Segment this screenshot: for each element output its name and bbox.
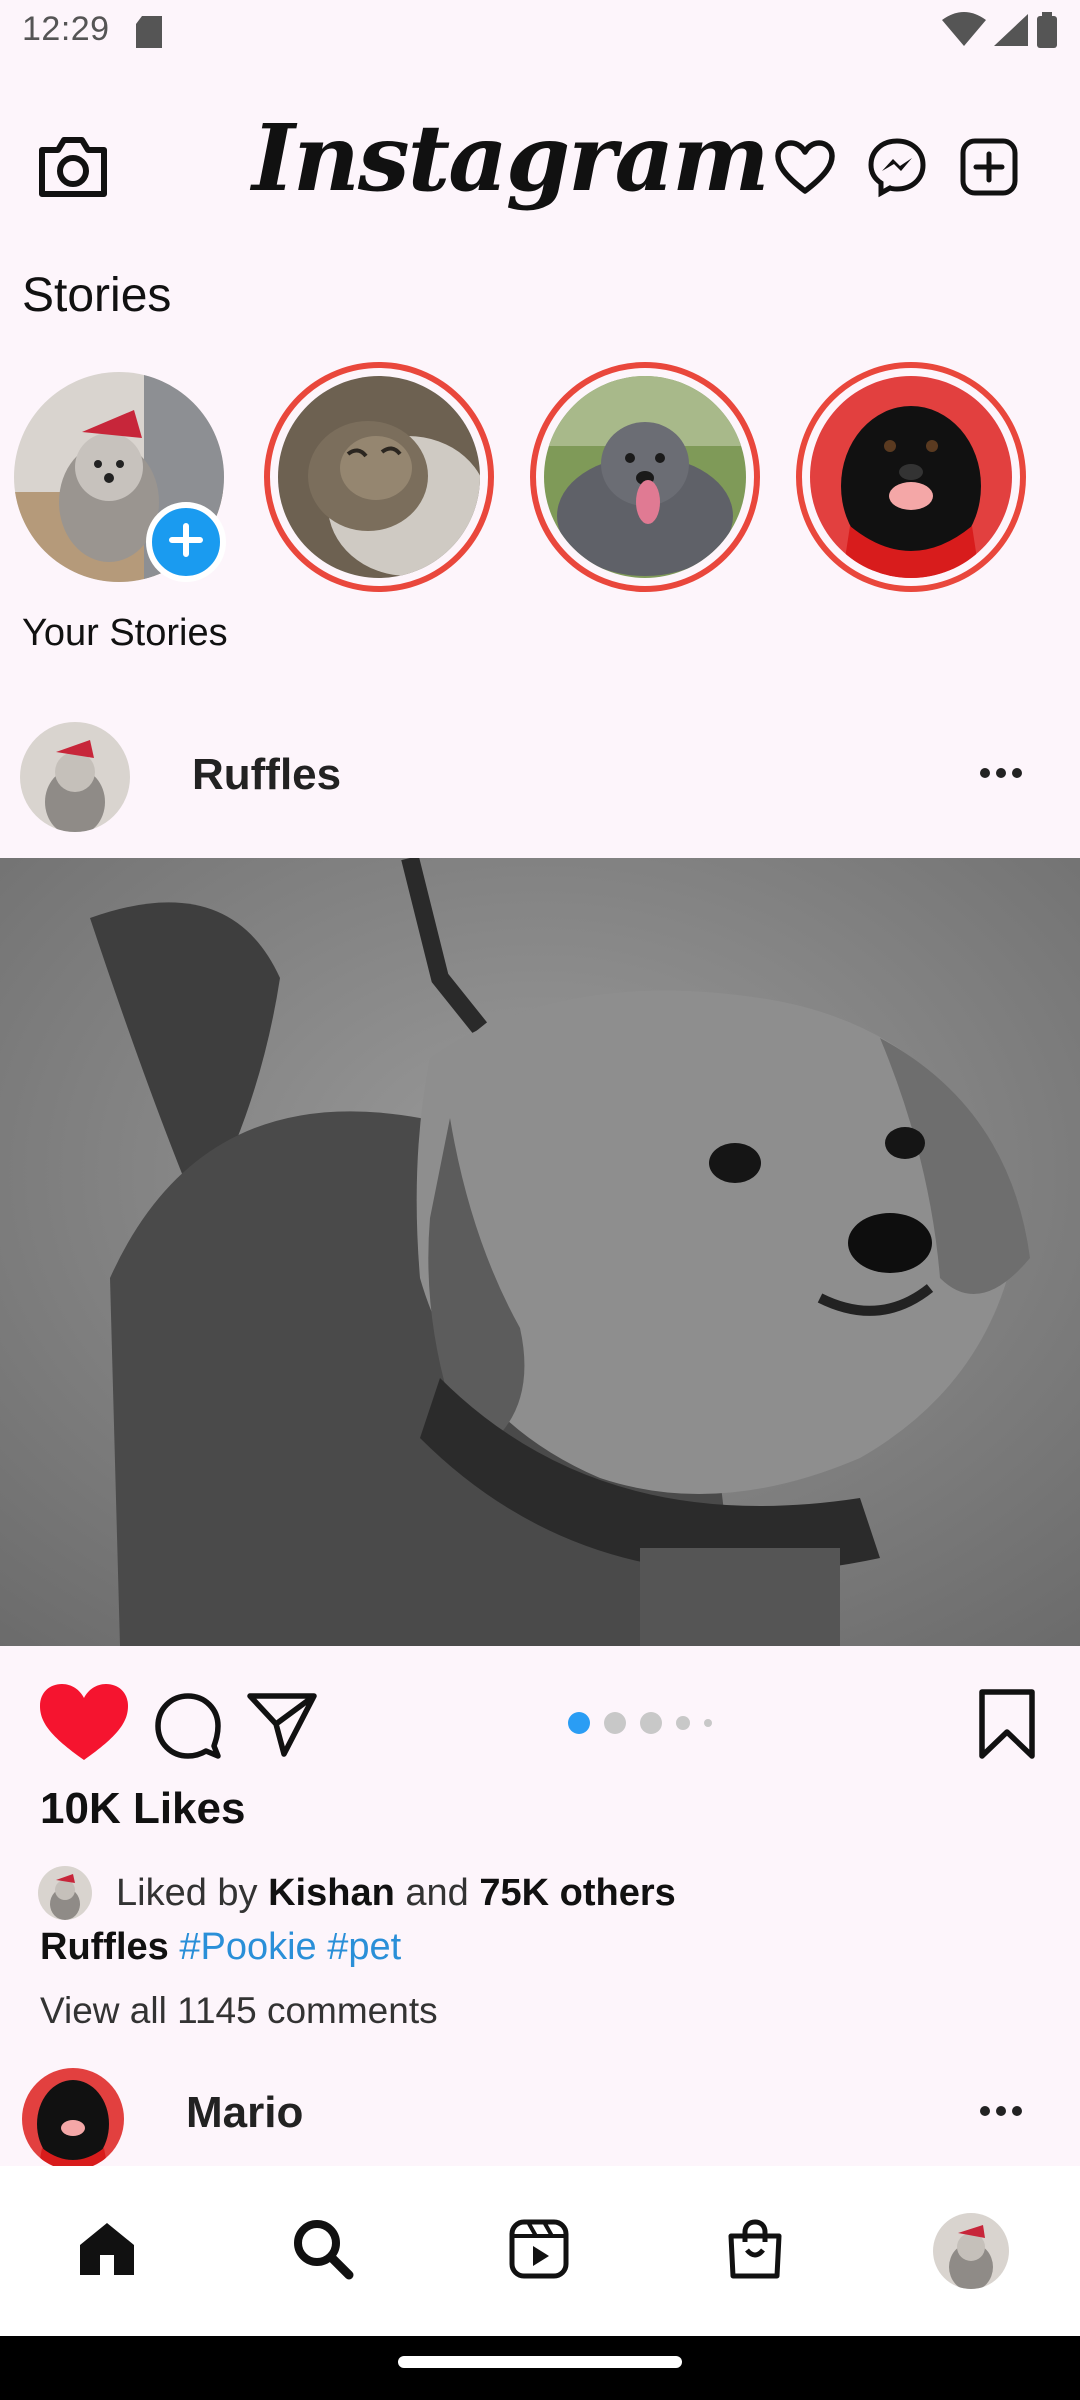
liked-by-others[interactable]: 75K others <box>479 1872 675 1915</box>
comment-icon <box>152 1693 224 1766</box>
story-avatar-black-dog <box>810 376 1012 578</box>
liked-by-row[interactable]: Liked by Kishan and 75K others <box>38 1866 676 1920</box>
status-time: 12:29 <box>22 10 110 48</box>
sd-card-icon <box>134 16 164 53</box>
story-cat[interactable] <box>264 362 494 592</box>
share-button[interactable] <box>246 1690 320 1764</box>
bottom-navigation <box>0 2166 1080 2336</box>
heart-filled-icon <box>36 1684 132 1768</box>
post-image[interactable] <box>0 858 1080 1646</box>
status-icons <box>942 12 1058 53</box>
more-horizontal-icon <box>979 766 1023 784</box>
post-avatar[interactable] <box>22 2068 124 2170</box>
nav-profile[interactable] <box>926 2206 1016 2296</box>
nav-search[interactable] <box>278 2206 368 2296</box>
post-more-button[interactable] <box>964 750 1038 800</box>
like-button[interactable] <box>36 1680 132 1768</box>
post-username[interactable]: Mario <box>186 2088 303 2138</box>
liked-by-avatar <box>38 1866 92 1920</box>
caption: Ruffles #Pookie #pet <box>40 1926 401 1969</box>
carousel-dot <box>676 1716 690 1730</box>
nav-home[interactable] <box>62 2206 152 2296</box>
carousel-dot <box>604 1712 626 1734</box>
plus-icon <box>166 520 206 565</box>
shop-icon <box>725 2218 785 2285</box>
nav-shop[interactable] <box>710 2206 800 2296</box>
hashtag[interactable]: #Pookie <box>179 1926 316 1968</box>
messenger-button[interactable] <box>862 134 932 204</box>
wifi-icon <box>942 12 986 53</box>
status-bar: 12:29 <box>0 0 1080 66</box>
carousel-dot <box>640 1712 662 1734</box>
reels-icon <box>508 2218 570 2285</box>
view-comments-link[interactable]: View all 1145 comments <box>40 1990 438 2032</box>
hashtag[interactable]: #pet <box>327 1926 401 1968</box>
gesture-handle[interactable] <box>398 2356 682 2368</box>
comment-button[interactable] <box>152 1690 226 1764</box>
story-avatar-pitbull <box>544 376 746 578</box>
system-gesture-bar <box>0 2336 1080 2400</box>
carousel-dot-active <box>568 1712 590 1734</box>
bookmark-icon <box>976 1689 1038 1764</box>
activity-button[interactable] <box>770 134 840 204</box>
likes-count[interactable]: 10K Likes <box>40 1784 245 1834</box>
story-pitbull[interactable] <box>530 362 760 592</box>
save-button[interactable] <box>976 1688 1048 1764</box>
more-horizontal-icon <box>979 2104 1023 2122</box>
search-icon <box>291 2217 355 2286</box>
home-icon <box>76 2219 138 2284</box>
post-more-button[interactable] <box>964 2088 1038 2138</box>
camera-button[interactable] <box>34 130 112 208</box>
signal-icon <box>992 12 1030 53</box>
carousel-indicator <box>568 1712 712 1734</box>
new-post-button[interactable] <box>954 134 1024 204</box>
post-header: Mario <box>0 2064 1080 2170</box>
top-app-bar: Instagram <box>0 100 1080 240</box>
story-avatar-cat <box>278 376 480 578</box>
liked-by-user[interactable]: Kishan <box>268 1872 395 1915</box>
post-header: Ruffles <box>0 716 1080 856</box>
add-story-button[interactable] <box>146 502 226 582</box>
profile-avatar <box>933 2213 1009 2289</box>
battery-icon <box>1036 12 1058 53</box>
post-username[interactable]: Ruffles <box>192 750 341 800</box>
liked-by-and: and <box>405 1871 469 1914</box>
heart-outline-icon <box>774 139 836 200</box>
stories-heading: Stories <box>22 269 172 322</box>
liked-by-prefix: Liked by <box>116 1871 258 1914</box>
nav-reels[interactable] <box>494 2206 584 2296</box>
post-avatar[interactable] <box>20 722 130 832</box>
story-black-dog[interactable] <box>796 362 1026 592</box>
messenger-icon <box>866 136 928 203</box>
carousel-dot <box>704 1719 712 1727</box>
send-icon <box>246 1693 318 1762</box>
app-title: Instagram <box>252 104 770 212</box>
add-square-icon <box>959 137 1019 202</box>
caption-username[interactable]: Ruffles <box>40 1926 169 1968</box>
camera-icon <box>38 136 108 203</box>
your-stories-label: Your Stories <box>22 612 228 654</box>
